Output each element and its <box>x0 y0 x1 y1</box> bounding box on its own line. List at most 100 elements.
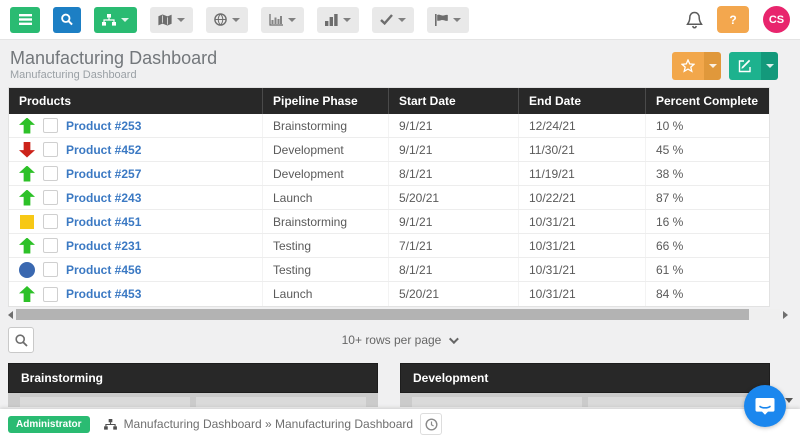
notifications-button[interactable] <box>686 11 703 29</box>
breadcrumb-text: Manufacturing Dashboard » Manufacturing … <box>123 417 414 431</box>
edit-dropdown-button[interactable] <box>761 52 778 80</box>
grid-header: Products Pipeline Phase Start Date End D… <box>9 88 769 114</box>
row-checkbox[interactable] <box>43 238 58 253</box>
breadcrumb: Manufacturing Dashboard » Manufacturing … <box>103 417 414 431</box>
column-header-products[interactable]: Products <box>9 88 263 114</box>
column-header-percent-complete[interactable]: Percent Complete <box>646 88 769 114</box>
edit-split-button[interactable] <box>729 52 778 80</box>
end-date-cell: 10/22/21 <box>519 186 646 209</box>
row-checkbox[interactable] <box>43 166 58 181</box>
product-cell: Product #243 <box>9 186 263 209</box>
start-date-cell: 8/1/21 <box>389 162 519 185</box>
sitemap-icon <box>103 418 117 430</box>
column-chart-icon <box>269 13 283 26</box>
product-cell: Product #257 <box>9 162 263 185</box>
globe-icon <box>214 13 227 26</box>
phase-cell: Brainstorming <box>263 114 389 137</box>
column-chart-menu-button[interactable] <box>261 6 304 33</box>
product-cell: Product #452 <box>9 138 263 161</box>
table-row: Product #456 Testing 8/1/21 10/31/21 61 … <box>9 258 769 282</box>
product-link[interactable]: Product #231 <box>66 239 141 253</box>
product-link[interactable]: Product #243 <box>66 191 141 205</box>
subgrid-header-cell <box>196 397 366 407</box>
end-date-cell: 12/24/21 <box>519 114 646 137</box>
end-date-cell: 10/31/21 <box>519 258 646 281</box>
menu-icon <box>18 14 32 25</box>
end-date-cell: 10/31/21 <box>519 282 646 306</box>
product-cell: Product #253 <box>9 114 263 137</box>
map-menu-button[interactable] <box>150 6 193 33</box>
product-link[interactable]: Product #257 <box>66 167 141 181</box>
column-header-pipeline-phase[interactable]: Pipeline Phase <box>263 88 389 114</box>
chat-bubble-button[interactable] <box>744 385 786 427</box>
subgrid-header-cell <box>412 397 582 407</box>
row-checkbox[interactable] <box>43 190 58 205</box>
row-status-icon <box>19 237 35 254</box>
row-checkbox[interactable] <box>43 286 58 302</box>
clock-icon <box>424 417 438 431</box>
scroll-left-arrow-icon[interactable] <box>8 310 13 319</box>
status-footer: Administrator Manufacturing Dashboard » … <box>0 409 800 439</box>
start-date-cell: 5/20/21 <box>389 186 519 209</box>
check-icon <box>380 14 393 25</box>
horizontal-scrollbar-track[interactable] <box>16 309 780 320</box>
history-clock-button[interactable] <box>420 413 442 435</box>
search-icon <box>61 13 73 26</box>
column-header-end-date[interactable]: End Date <box>519 88 646 114</box>
end-date-cell: 10/31/21 <box>519 234 646 257</box>
map-icon <box>158 13 172 26</box>
product-link[interactable]: Product #451 <box>66 215 141 229</box>
chevron-down-icon <box>765 64 774 68</box>
phase-cell: Testing <box>263 258 389 281</box>
page-title: Manufacturing Dashboard <box>10 48 218 68</box>
globe-chart-menu-button[interactable] <box>206 6 248 33</box>
check-menu-button[interactable] <box>372 6 414 33</box>
phase-cell: Launch <box>263 186 389 209</box>
favorite-split-button[interactable] <box>672 52 721 80</box>
page-subtitle: Manufacturing Dashboard <box>10 69 137 81</box>
horizontal-scrollbar-thumb[interactable] <box>16 309 750 320</box>
product-link[interactable]: Product #253 <box>66 119 141 133</box>
edit-icon <box>738 59 751 73</box>
product-link[interactable]: Product #453 <box>66 287 141 301</box>
search-icon <box>14 333 28 347</box>
sitemap-menu-button[interactable] <box>94 6 137 33</box>
favorite-dropdown-button[interactable] <box>704 52 721 80</box>
horizontal-scrollbar[interactable] <box>8 309 788 320</box>
product-cell: Product #451 <box>9 210 263 233</box>
scroll-right-arrow-icon[interactable] <box>783 310 788 319</box>
bell-icon <box>686 11 703 29</box>
bar-chart-menu-button[interactable] <box>317 6 359 33</box>
row-checkbox[interactable] <box>43 214 58 229</box>
product-link[interactable]: Product #452 <box>66 143 141 157</box>
product-link[interactable]: Product #456 <box>66 263 141 277</box>
rows-per-page-control[interactable]: 10+ rows per page <box>8 333 790 347</box>
start-date-cell: 9/1/21 <box>389 138 519 161</box>
column-header-start-date[interactable]: Start Date <box>389 88 519 114</box>
rows-per-page-label[interactable]: 10+ rows per page <box>342 333 442 347</box>
chevron-down-icon[interactable] <box>785 398 793 403</box>
star-button[interactable] <box>672 52 704 80</box>
chevron-down-icon <box>121 17 129 22</box>
role-badge: Administrator <box>8 415 90 433</box>
row-status-icon <box>19 189 35 206</box>
row-checkbox[interactable] <box>43 262 58 277</box>
row-checkbox[interactable] <box>43 118 58 133</box>
phase-cell: Brainstorming <box>263 210 389 233</box>
star-icon <box>681 59 695 73</box>
grid-search-button[interactable] <box>8 327 34 353</box>
percent-cell: 45 % <box>656 142 684 157</box>
page-titles: Manufacturing Dashboard Manufacturing Da… <box>10 48 217 81</box>
avatar[interactable]: CS <box>763 6 790 33</box>
product-cell: Product #453 <box>9 282 263 306</box>
edit-button[interactable] <box>729 52 761 80</box>
panel-title: Brainstorming <box>8 363 378 393</box>
menu-button[interactable] <box>10 6 40 33</box>
row-checkbox[interactable] <box>43 142 58 157</box>
help-button[interactable]: ? <box>717 6 749 33</box>
percent-cell: 38 % <box>656 166 684 181</box>
search-button[interactable] <box>53 6 81 33</box>
table-row: Product #253 Brainstorming 9/1/21 12/24/… <box>9 114 769 138</box>
chevron-down-icon[interactable] <box>449 333 460 344</box>
flag-menu-button[interactable] <box>427 6 469 33</box>
